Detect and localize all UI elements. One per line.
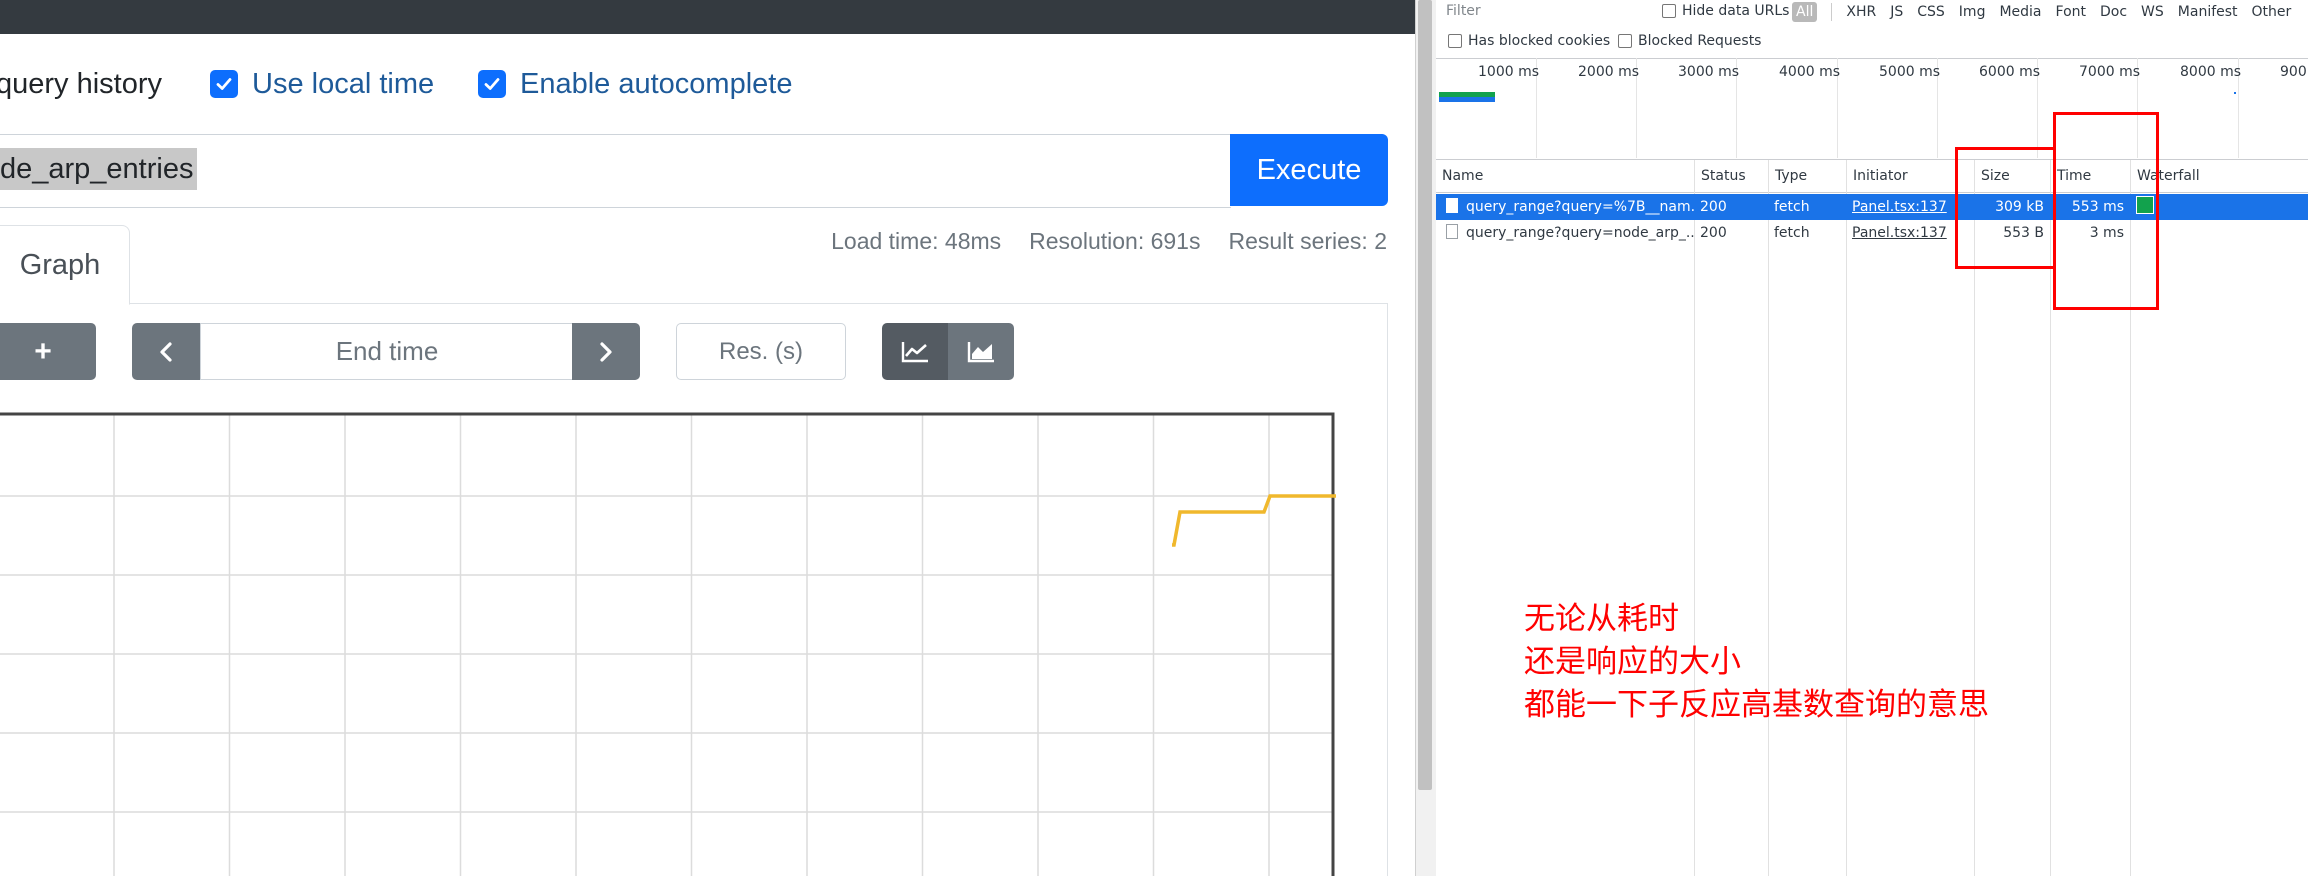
execute-button[interactable]: Execute [1230, 134, 1388, 206]
overview-tick: 8000 ms [2180, 64, 2242, 80]
has-blocked-cookies-label: Has blocked cookies [1468, 33, 1611, 49]
type-cell: fetch [1774, 199, 1810, 215]
request-name-cell[interactable]: query_range?query=%7B__nam... [1436, 194, 1694, 220]
chevron-left-icon [160, 341, 172, 362]
request-name-cell[interactable]: query_range?query=node_arp_... [1436, 220, 1694, 246]
query-history-option[interactable]: query history [0, 62, 162, 106]
type-cell: fetch [1774, 225, 1810, 241]
filter-xhr[interactable]: XHR [1846, 4, 1876, 20]
use-local-time-option[interactable]: Use local time [210, 62, 434, 106]
hide-data-urls-label: Hide data URLs [1682, 3, 1790, 19]
result-series: Result series: 2 [1228, 228, 1387, 254]
column-divider [1768, 192, 1769, 876]
table-row[interactable]: query_range?query=node_arp_... 200 fetch… [1436, 220, 2308, 246]
filter-all[interactable]: All [1792, 2, 1818, 22]
stacked-chart-button[interactable] [948, 323, 1014, 380]
navbar [0, 0, 1415, 34]
resolution-input[interactable]: Res. (s) [676, 323, 846, 380]
prev-time-button[interactable] [132, 323, 200, 380]
grid [0, 414, 1333, 876]
range-increase-button[interactable]: + [0, 323, 96, 380]
has-blocked-cookies-checkbox[interactable] [1448, 34, 1462, 48]
filter-manifest[interactable]: Manifest [2178, 4, 2238, 20]
filter-img[interactable]: Img [1959, 4, 1986, 20]
next-time-button[interactable] [572, 323, 640, 380]
line-chart-icon [901, 341, 928, 362]
overview-tick: 7000 ms [2079, 64, 2141, 80]
document-icon [1446, 198, 1458, 213]
column-divider [1694, 192, 1695, 876]
series-line [1172, 494, 1336, 547]
scrollbar-thumb[interactable] [1418, 0, 1432, 790]
status-cell: 200 [1700, 225, 1727, 241]
overview-tick: 6000 ms [1979, 64, 2041, 80]
plot-border [0, 412, 1335, 876]
use-local-time-checkbox[interactable] [210, 70, 238, 98]
overview-tick: 2000 ms [1578, 64, 1640, 80]
annotation-line: 还是响应的大小 [1524, 644, 1741, 680]
col-name[interactable]: Name [1436, 160, 1694, 192]
overview-tick: 900 [2280, 64, 2307, 80]
blocked-requests-option[interactable]: Blocked Requests [1618, 33, 1761, 49]
blocked-requests-checkbox[interactable] [1618, 34, 1632, 48]
hide-data-urls-checkbox[interactable] [1662, 4, 1676, 18]
enable-autocomplete-label: Enable autocomplete [520, 67, 793, 100]
annotation-line: 都能一下子反应高基数查询的意思 [1524, 687, 1989, 723]
prometheus-pane: query history Use local time Enable auto… [0, 0, 1415, 876]
chevron-right-icon [600, 341, 612, 362]
has-blocked-cookies-option[interactable]: Has blocked cookies [1448, 33, 1610, 49]
load-time: Load time: 48ms [831, 228, 1002, 254]
table-row[interactable]: query_range?query=%7B__nam... 200 fetch … [1436, 194, 2308, 220]
devtools-network-panel: Filter Hide data URLs All XHR JS CSS Img… [1436, 0, 2308, 876]
tab-graph[interactable]: Graph [0, 225, 130, 305]
query-history-label: query history [0, 67, 163, 100]
time-highlight-box [2053, 112, 2159, 310]
query-stats: Load time: 48ms Resolution: 691s Result … [831, 228, 1387, 255]
overview-tick: 5000 ms [1879, 64, 1941, 80]
size-highlight-box [1955, 147, 2056, 269]
end-time-input[interactable]: End time [200, 323, 574, 380]
request-name: query_range?query=%7B__nam... [1466, 199, 1694, 215]
check-icon [484, 78, 500, 90]
overview-request-bar [1439, 92, 1495, 102]
enable-autocomplete-option[interactable]: Enable autocomplete [478, 62, 792, 106]
filter-ws[interactable]: WS [2141, 4, 2164, 20]
filter-css[interactable]: CSS [1917, 4, 1945, 20]
col-type[interactable]: Type [1768, 160, 1846, 192]
resolution: Resolution: 691s [1029, 228, 1201, 254]
expression-text[interactable]: de_arp_entries [0, 148, 198, 190]
filter-media[interactable]: Media [1999, 4, 2041, 20]
use-local-time-label: Use local time [252, 67, 435, 100]
column-divider [1846, 192, 1847, 876]
overview-request-dot [2234, 92, 2236, 94]
status-cell: 200 [1700, 199, 1727, 215]
column-divider [2050, 192, 2051, 876]
area-chart-icon [967, 341, 994, 362]
requests-table-header: Name Status Type Initiator Size Time Wat… [1436, 160, 2308, 193]
timeline-overview[interactable] [1436, 58, 2308, 160]
check-icon [216, 78, 232, 90]
graph-area [0, 412, 1336, 876]
document-icon [1446, 224, 1458, 239]
col-status[interactable]: Status [1694, 160, 1768, 192]
filter-input[interactable]: Filter [1446, 3, 1481, 19]
column-divider [1974, 192, 1975, 876]
overview-tick: 1000 ms [1478, 64, 1540, 80]
filter-js[interactable]: JS [1890, 4, 1903, 20]
overview-tick: 4000 ms [1779, 64, 1841, 80]
type-filter-bar: All XHR JS CSS Img Media Font Doc WS Man… [1792, 2, 2291, 22]
line-chart-button[interactable] [882, 323, 948, 380]
filter-other[interactable]: Other [2252, 4, 2292, 20]
blocked-requests-label: Blocked Requests [1638, 33, 1762, 49]
divider [1831, 3, 1833, 21]
annotation-text: 无论从耗时 还是响应的大小 都能一下子反应高基数查询的意思 [1524, 598, 1989, 727]
filter-doc[interactable]: Doc [2100, 4, 2127, 20]
request-name: query_range?query=node_arp_... [1466, 225, 1694, 241]
hide-data-urls-option[interactable]: Hide data URLs [1662, 3, 1789, 19]
enable-autocomplete-checkbox[interactable] [478, 70, 506, 98]
overview-tick: 3000 ms [1678, 64, 1740, 80]
annotation-line: 无论从耗时 [1524, 601, 1679, 637]
filter-font[interactable]: Font [2056, 4, 2086, 20]
